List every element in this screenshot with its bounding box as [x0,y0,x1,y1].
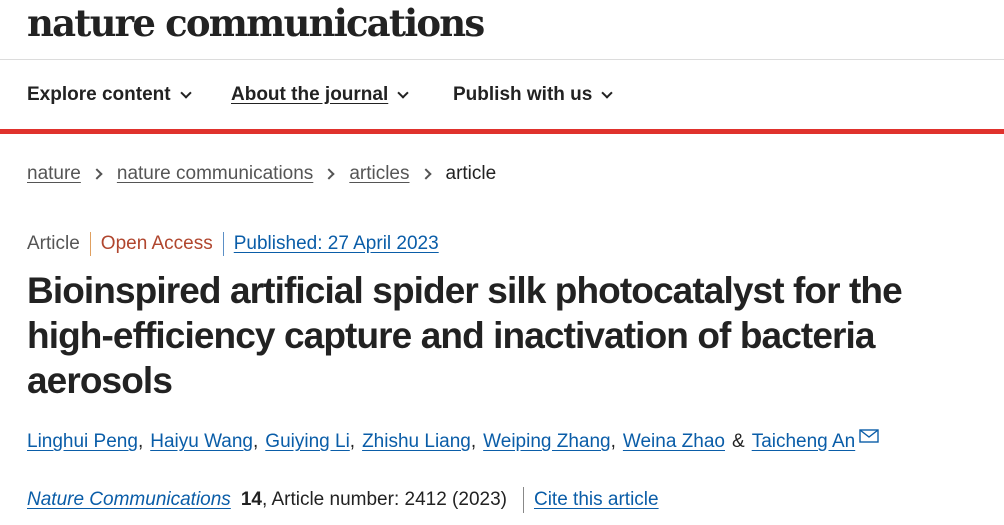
volume-number: 14 [240,489,262,510]
author-link[interactable]: Guiying Li [265,429,350,455]
article-meta: Article Open Access Published: 27 April … [27,232,439,256]
nav-explore-content[interactable]: Explore content [27,83,192,107]
author-separator: , [610,431,616,452]
author-link[interactable]: Linghui Peng [27,429,138,455]
author-separator: , [253,431,259,452]
nav-publish-with-us[interactable]: Publish with us [453,83,614,107]
chevron-right-icon [419,168,432,180]
author-link[interactable]: Haiyu Wang [150,429,253,455]
author-list: Linghui Peng, Haiyu Wang, Guiying Li, Zh… [27,429,879,455]
chevron-down-icon [601,86,614,99]
citation-line: Nature Communications 14 , Article numbe… [27,487,659,513]
author-link[interactable]: Zhishu Liang [362,429,471,455]
published-date-link[interactable]: Published: 27 April 2023 [224,232,439,256]
breadcrumb-item-nature[interactable]: nature [27,162,81,186]
breadcrumb-item-nature-communications[interactable]: nature communications [117,162,313,186]
article-title: Bioinspired artificial spider silk photo… [27,270,903,401]
author-separator: , [137,431,144,452]
open-access-badge: Open Access [91,232,224,256]
author-link[interactable]: Weiping Zhang [483,429,610,455]
breadcrumb: nature nature communications articles ar… [27,162,496,186]
article-type: Article [27,232,91,256]
mail-icon[interactable] [859,429,879,443]
breadcrumb-item-articles[interactable]: articles [349,162,409,186]
author-separator: , [349,431,356,452]
nav-about-journal-label: About the journal [231,84,389,105]
author-joiner: & [732,431,745,452]
main-nav: Explore content About the journal Publis… [0,61,1004,129]
chevron-down-icon [179,86,192,99]
divider [522,487,524,513]
nav-about-journal[interactable]: About the journal [231,83,409,107]
site-logo[interactable]: nature communications [27,0,485,46]
breadcrumb-item-article: article [445,163,497,184]
masthead: nature communications [0,0,1004,60]
chevron-right-icon [91,168,103,180]
nav-explore-content-label: Explore content [27,84,171,105]
article-number: , Article number: 2412 (2023) [261,489,507,510]
cite-this-article-link[interactable]: Cite this article [534,487,659,513]
journal-link[interactable]: Nature Communications [27,487,231,513]
chevron-down-icon [397,86,409,99]
author-link[interactable]: Weina Zhao [623,429,725,455]
nav-publish-with-us-label: Publish with us [453,84,593,105]
author-link[interactable]: Taicheng An [752,429,856,455]
author-separator: , [470,431,477,452]
chevron-right-icon [323,168,335,180]
nav-accent-rule [0,129,1004,134]
